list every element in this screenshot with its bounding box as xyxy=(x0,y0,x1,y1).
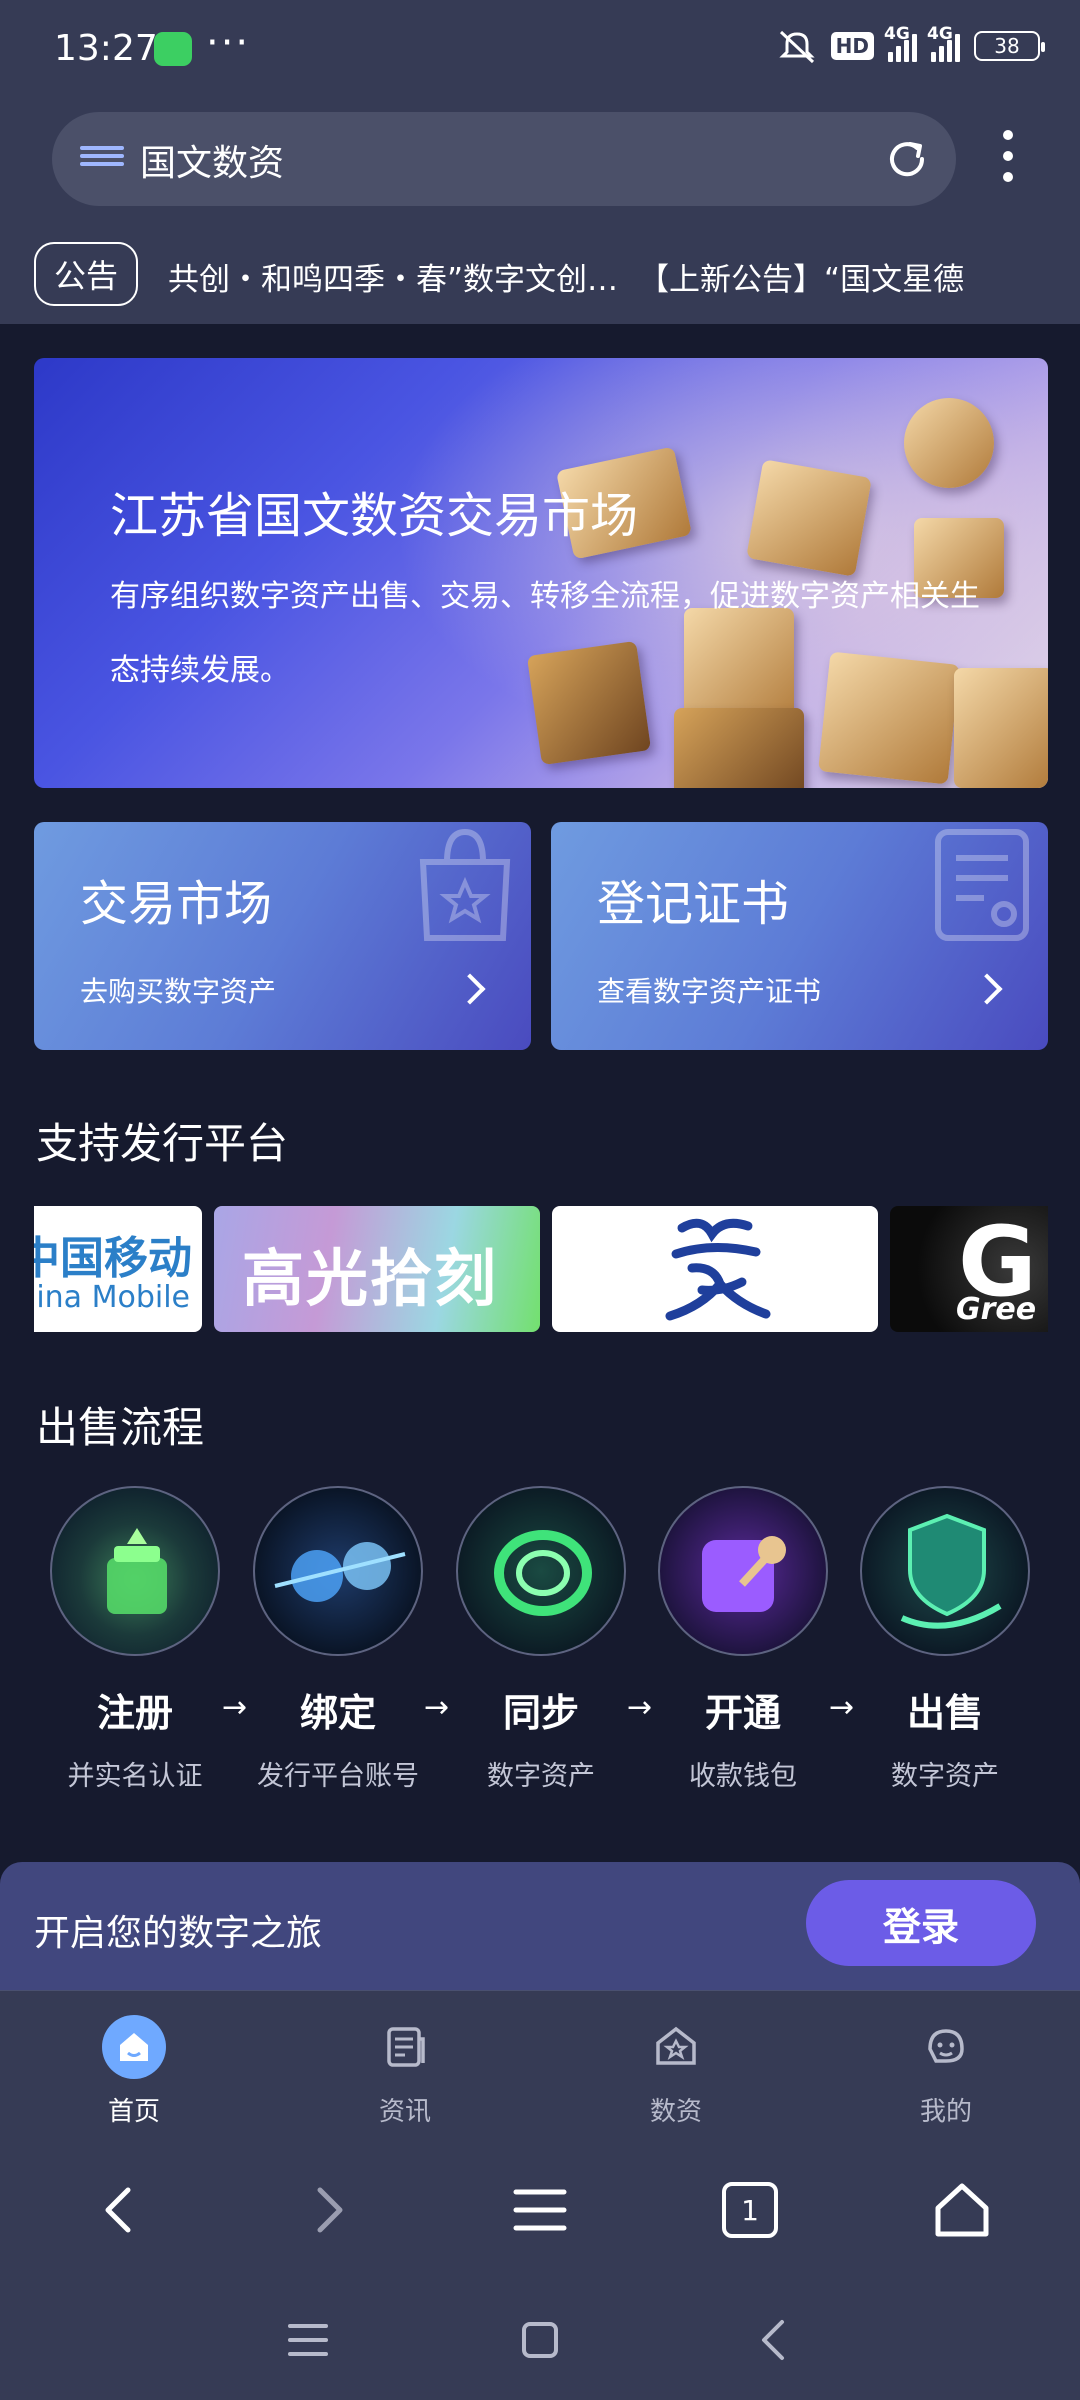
platforms-section-title: 支持发行平台 xyxy=(36,1119,289,1168)
jiangsu-logo-icon xyxy=(665,1218,771,1321)
system-back-icon[interactable] xyxy=(750,2316,798,2364)
banner-description: 有序组织数字资产出售、交易、转移全流程，促进数字资产相关生态持续发展。 xyxy=(110,579,980,688)
recent-apps-icon[interactable] xyxy=(284,2316,332,2364)
platform-jiangsu[interactable] xyxy=(552,1206,878,1332)
register-icon xyxy=(50,1486,220,1656)
more-notifications-icon: ··· xyxy=(206,20,251,66)
bind-icon xyxy=(253,1486,423,1656)
step-sub: 收款钱包 xyxy=(689,1761,797,1792)
platform-gaoguang[interactable]: 高光拾刻 xyxy=(214,1206,540,1332)
mute-icon xyxy=(779,30,815,64)
sync-icon xyxy=(456,1486,626,1656)
back-icon[interactable] xyxy=(88,2178,152,2242)
tab-label: 数资 xyxy=(649,2097,702,2127)
menu-icon[interactable] xyxy=(508,2178,572,2242)
address-bar[interactable]: 国文数资 xyxy=(52,112,956,206)
home-page-icon[interactable] xyxy=(930,2178,994,2242)
bottom-tab-bar: 首页 资讯 数资 我的 xyxy=(0,1990,1080,2140)
tab-count: 1 xyxy=(741,2193,759,2227)
wechat-notification-icon xyxy=(154,32,192,66)
notice-item[interactable]: 共创・和鸣四季・春”数字文创… xyxy=(168,262,618,298)
step-sub: 数字资产 xyxy=(487,1761,595,1792)
tab-label: 我的 xyxy=(919,2097,972,2127)
step-name: 绑定 xyxy=(299,1691,376,1735)
certificate-icon xyxy=(935,829,1029,941)
hero-banner[interactable]: 江苏省国文数资交易市场 有序组织数字资产出售、交易、转移全流程，促进数字资产相关… xyxy=(34,358,1048,788)
platform-china-mobile[interactable]: 中国移动 China Mobile xyxy=(34,1206,202,1332)
banner-decor-cube xyxy=(674,708,804,788)
process-step-register: 注册 并实名认证 xyxy=(50,1486,220,1792)
asset-icon xyxy=(656,2026,696,2065)
site-favicon-icon xyxy=(80,146,124,170)
arrow-right-icon: → xyxy=(222,1690,248,1725)
step-name: 出售 xyxy=(906,1691,983,1735)
browser-toolbar: 国文数资 公告 共创・和鸣四季・春”数字文创… 【上新公告】“国文星德 xyxy=(0,100,1080,324)
clock: 13:27 xyxy=(54,28,158,69)
tab-assets[interactable]: 数资 xyxy=(576,1991,776,2141)
trading-market-card[interactable]: 交易市场 去购买数字资产 xyxy=(34,822,531,1050)
step-name: 同步 xyxy=(502,1691,579,1735)
tab-news[interactable]: 资讯 xyxy=(305,1991,505,2141)
notice-text[interactable]: 共创・和鸣四季・春”数字文创… 【上新公告】“国文星德 xyxy=(168,254,1048,299)
step-sub: 发行平台账号 xyxy=(257,1761,419,1792)
chevron-right-icon xyxy=(971,973,1003,1005)
home-button-icon[interactable] xyxy=(516,2316,564,2364)
process-step-activate: 开通 收款钱包 xyxy=(658,1486,828,1792)
signal-icon-2: 4G xyxy=(927,24,960,62)
certificate-card[interactable]: 登记证书 查看数字资产证书 xyxy=(551,822,1048,1050)
battery-icon: 38 xyxy=(974,31,1045,61)
arrow-right-icon: → xyxy=(424,1690,450,1725)
process-section-title: 出售流程 xyxy=(36,1403,205,1452)
system-navigation-bar xyxy=(0,2280,1080,2400)
platform-subtitle: China Mobile xyxy=(34,1280,190,1315)
platform-name: 高光拾刻 xyxy=(242,1242,499,1315)
tab-label: 资讯 xyxy=(378,2097,431,2127)
process-step-bind: 绑定 发行平台账号 xyxy=(253,1486,423,1792)
notice-badge: 公告 xyxy=(34,242,138,306)
step-sub: 并实名认证 xyxy=(67,1761,203,1792)
card-subtitle: 去购买数字资产 xyxy=(80,975,277,1008)
tab-label: 首页 xyxy=(107,2097,160,2127)
reload-icon[interactable] xyxy=(884,136,930,182)
arrow-right-icon: → xyxy=(627,1690,653,1725)
platform-gree[interactable]: G Gree xyxy=(890,1206,1048,1332)
status-bar: 13:27 ··· HD 4G 4G 38 xyxy=(0,0,1080,100)
step-name: 注册 xyxy=(96,1691,173,1735)
step-name: 开通 xyxy=(704,1691,781,1735)
process-step-sell: 出售 数字资产 xyxy=(860,1486,1030,1792)
process-step-sync: 同步 数字资产 xyxy=(456,1486,626,1792)
forward-icon[interactable] xyxy=(296,2178,360,2242)
more-menu-icon[interactable] xyxy=(990,130,1026,190)
platforms-carousel[interactable]: 中国移动 China Mobile 高光拾刻 G Gree xyxy=(34,1206,1048,1332)
platform-name: 中国移动 xyxy=(34,1233,192,1284)
platform-name: Gree xyxy=(956,1292,1037,1327)
browser-navigation-bar: 1 xyxy=(0,2140,1080,2280)
sell-icon xyxy=(860,1486,1030,1656)
card-title: 交易市场 xyxy=(80,876,273,932)
hd-voice-icon: HD xyxy=(830,32,874,60)
chevron-right-icon xyxy=(454,973,486,1005)
step-sub: 数字资产 xyxy=(891,1761,999,1792)
login-button[interactable]: 登录 xyxy=(806,1880,1036,1966)
home-icon xyxy=(102,2015,166,2079)
notice-item[interactable]: 【上新公告】“国文星德 xyxy=(638,262,964,298)
banner-title: 江苏省国文数资交易市场 xyxy=(110,488,639,544)
shopping-bag-icon xyxy=(419,828,511,941)
tab-profile[interactable]: 我的 xyxy=(846,1991,1046,2141)
news-icon xyxy=(387,2027,425,2067)
banner-decor-cube xyxy=(904,398,994,488)
address-text[interactable]: 国文数资 xyxy=(140,134,284,186)
profile-icon xyxy=(928,2029,964,2063)
card-title: 登记证书 xyxy=(597,876,790,932)
login-prompt-bar: 开启您的数字之旅 登录 xyxy=(0,1862,1080,1990)
battery-level: 38 xyxy=(994,34,1020,58)
tabs-counter-button[interactable]: 1 xyxy=(722,2182,778,2238)
signal-icon: 4G xyxy=(884,24,917,62)
login-prompt-text: 开启您的数字之旅 xyxy=(34,1913,323,1954)
activate-icon xyxy=(658,1486,828,1656)
notice-ticker[interactable]: 公告 共创・和鸣四季・春”数字文创… 【上新公告】“国文星德 xyxy=(0,240,1080,310)
card-subtitle: 查看数字资产证书 xyxy=(597,975,822,1008)
arrow-right-icon: → xyxy=(829,1690,855,1725)
tab-home[interactable]: 首页 xyxy=(34,1991,234,2141)
